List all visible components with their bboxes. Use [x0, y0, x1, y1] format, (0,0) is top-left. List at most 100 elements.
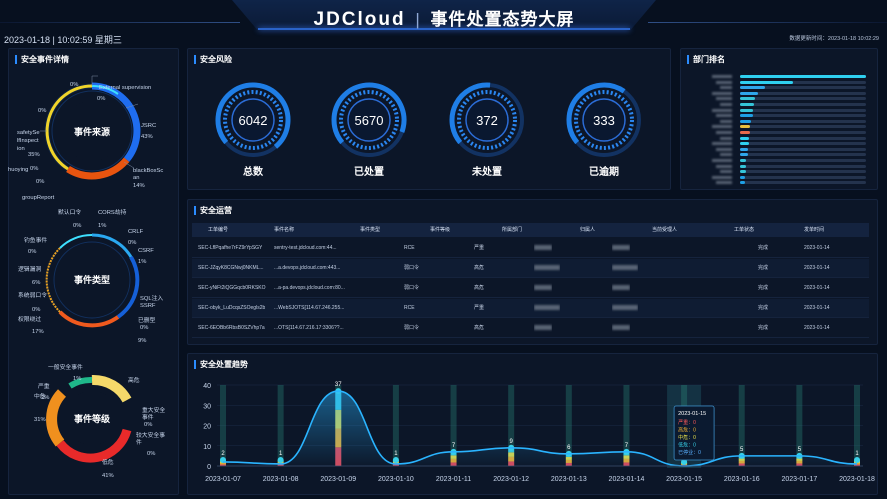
- rank-label-redacted: [712, 125, 732, 129]
- cell-redacted: [534, 279, 552, 297]
- type-label-6: CSRF: [138, 248, 154, 254]
- level-label-7-line-1: 事件: [142, 413, 154, 421]
- rank-fill: [740, 119, 752, 123]
- cell-type: 弱口令: [404, 325, 420, 331]
- redacted-value: [534, 285, 552, 291]
- y-tick-label: 40: [203, 383, 211, 390]
- cell-type: 弱口令: [404, 285, 420, 291]
- dept-rank-title: 部门排名: [687, 55, 725, 64]
- gauge-label: 已逾期: [589, 165, 619, 178]
- tooltip-row: 中危：0: [678, 434, 696, 441]
- source-label-5: 0%: [38, 108, 46, 114]
- level-label-11: 低危: [102, 458, 114, 466]
- rank-fill: [740, 147, 748, 151]
- type-label-1: 0%: [73, 223, 81, 229]
- rank-track: [740, 153, 866, 157]
- column-header: 归属人: [580, 227, 596, 233]
- cell-level: 高危: [474, 285, 485, 291]
- table-row[interactable]: SEC-obyk_LuDcqsZSOegls2b ...WebSJOTS[114.…: [192, 299, 869, 318]
- redacted-value: [534, 245, 552, 251]
- rank-track: [740, 159, 866, 162]
- operations-title: 安全运营: [194, 206, 232, 215]
- tooltip-row: 已停业：0: [678, 449, 701, 456]
- rank-label-redacted: [716, 164, 732, 168]
- rank-row: [700, 147, 870, 152]
- x-tick-label: 2023-01-09: [320, 476, 356, 483]
- rank-label-redacted: [712, 91, 732, 95]
- level-label-8: 0%: [144, 422, 152, 428]
- table-row[interactable]: SEC-JZqyK8CGNwj0NKML... ...a.devops.jdclo…: [192, 259, 869, 278]
- rank-row: [700, 108, 870, 113]
- rank-label-redacted: [720, 153, 732, 157]
- rank-fill: [740, 164, 747, 168]
- column-header: 事件类型: [360, 227, 381, 233]
- level-label-9-line-0: 较大安全事: [136, 431, 165, 439]
- type-label-14: 系统弱口令: [18, 291, 47, 299]
- source-label-11: 14%: [133, 183, 145, 189]
- rank-fill: [740, 97, 756, 101]
- table-row[interactable]: SEC-yNiFt2iQGGqcb0RKSKO ...a-pa.devops.jd…: [192, 279, 869, 298]
- rank-label-redacted: [720, 86, 732, 90]
- rank-row: [700, 119, 870, 124]
- column-header: 发单时间: [804, 227, 825, 233]
- cell-time: 2023-01-14: [804, 325, 830, 331]
- cell-id: SEC-JZqyK8CGNwj0NKML...: [198, 265, 264, 271]
- redacted-value: [612, 305, 638, 311]
- tooltip-date: 2023-01-15: [678, 411, 706, 417]
- rank-row: [700, 86, 870, 90]
- rank-row: [700, 175, 870, 180]
- level-label-9-line-1: 件: [136, 438, 142, 446]
- level-label-7-line-0: 重大安全: [142, 406, 165, 414]
- rank-label-redacted: [716, 181, 732, 185]
- source-label-3: JSRC: [141, 123, 156, 129]
- gauge-label: 已处置: [354, 165, 384, 178]
- rank-track: [740, 170, 866, 174]
- tooltip-row: 严重：0: [678, 419, 696, 426]
- cell-time: 2023-01-14: [804, 305, 830, 311]
- type-label-11: 6%: [32, 280, 40, 286]
- rank-fill: [740, 114, 753, 118]
- rank-track: [740, 181, 866, 185]
- level-label-1: 1%: [73, 376, 81, 382]
- source-label-2: 0%: [97, 96, 105, 102]
- source-label-1: External supervision: [99, 85, 151, 91]
- rank-fill: [740, 170, 747, 174]
- table-row[interactable]: SEC-LflPqafhe7rFZ9rYpSGY sentry-test.jdcl…: [192, 239, 869, 258]
- rank-row: [700, 164, 870, 169]
- cell-status: 完成: [758, 325, 769, 331]
- rank-fill: [740, 80, 793, 84]
- rank-label-redacted: [720, 103, 732, 106]
- rank-fill: [740, 86, 766, 90]
- rank-track: [740, 131, 866, 134]
- gauge-label: 总数: [243, 165, 264, 178]
- cell-time: 2023-01-14: [804, 245, 830, 251]
- source-label-0: 0%: [70, 82, 78, 88]
- source-label-4: 43%: [141, 134, 153, 140]
- stack-cap: [854, 457, 860, 463]
- type-label-9: 0%: [28, 249, 36, 255]
- table-row[interactable]: SEC-6EOBb6RbsB0SZVhp7a ...OTS[114.67.216.…: [192, 319, 869, 338]
- level-donut: 事件等级: [46, 374, 132, 463]
- type-label-8: 钓鱼事件: [24, 236, 47, 244]
- gauge-2: 372 未处置: [449, 82, 524, 178]
- redacted-value: [534, 265, 560, 271]
- cell-level: 严重: [474, 245, 485, 251]
- type-label-10: 逻辑漏洞: [18, 265, 41, 273]
- rank-label-redacted: [716, 80, 732, 84]
- rank-row: [700, 91, 870, 96]
- level-label-5: 2%: [41, 395, 49, 401]
- gauge-3: 333 已逾期: [566, 82, 641, 178]
- redacted-value: [534, 325, 552, 331]
- source-label-blackbox: blackBoxSc: [133, 168, 163, 174]
- rank-row: [700, 136, 870, 141]
- cell-type: RCE: [404, 245, 415, 251]
- x-tick-label: 2023-01-11: [436, 476, 471, 483]
- source-label-7: 35%: [28, 152, 40, 158]
- y-tick-label: 30: [203, 403, 211, 410]
- tooltip-row: 高危：0: [678, 427, 696, 434]
- type-label-3: 1%: [98, 223, 106, 229]
- rank-track: [740, 125, 866, 129]
- x-tick-label: 2023-01-15: [666, 476, 702, 483]
- rank-label-redacted: [716, 131, 732, 134]
- cell-level: 高危: [474, 325, 485, 331]
